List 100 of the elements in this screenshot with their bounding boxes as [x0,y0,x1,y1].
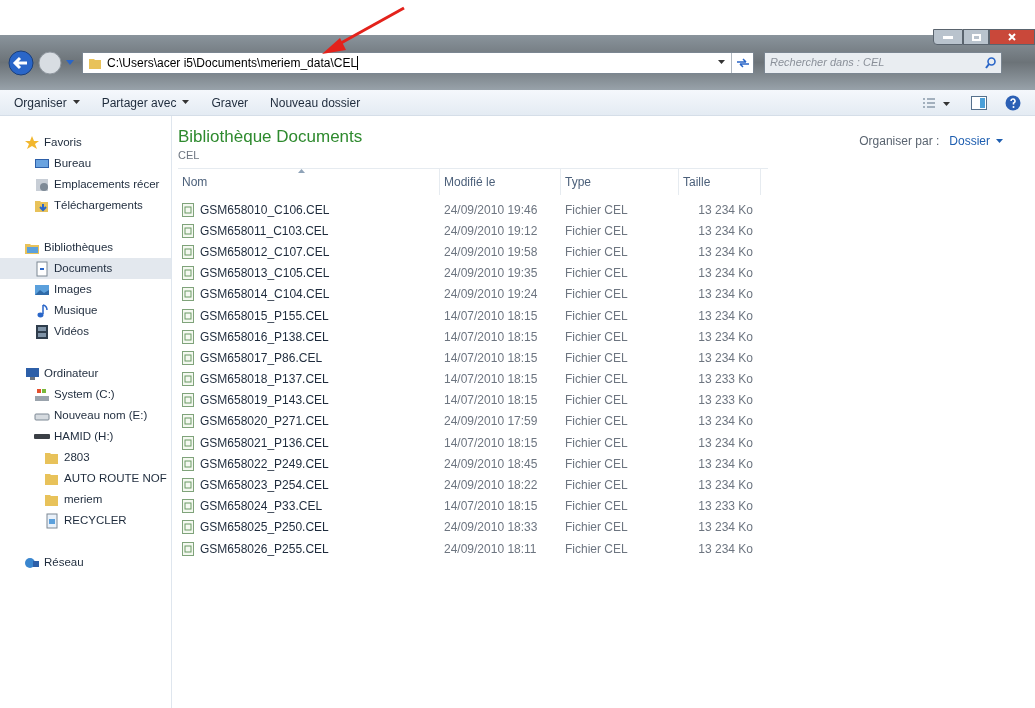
document-icon [44,512,60,529]
file-icon [182,266,194,281]
table-cell-text: Fichier CEL [565,265,628,283]
table-cell-text: 13 234 Ko [698,519,753,537]
close-button[interactable] [989,29,1035,45]
table-cell-text: 14/07/2010 18:15 [444,371,538,389]
sidebar-item[interactable]: Musique [0,300,171,321]
table-cell-text: 13 233 Ko [698,371,753,389]
file-icon [182,329,194,344]
table-cell-text: GSM658022_P249.CEL [200,455,329,473]
table-cell-text: 13 234 Ko [698,434,753,452]
preview-pane-icon[interactable] [971,95,987,110]
column-header[interactable]: Taille [679,169,761,195]
table-cell-text: 14/07/2010 18:15 [444,349,538,367]
arrange-label: Organiser par : [859,133,940,150]
sidebar-item[interactable]: AUTO ROUTE NOF [0,468,171,489]
sidebar-item[interactable]: Bureau [0,153,171,174]
file-icon [182,541,194,556]
table-cell-text: 24/09/2010 18:33 [444,519,538,537]
table-cell-text: 13 234 Ko [698,265,753,283]
sidebar-item[interactable]: Nouveau nom (E:) [0,405,171,426]
table-cell-text: 24/09/2010 18:11 [444,540,537,558]
minimize-button[interactable] [933,29,963,45]
maximize-button[interactable] [963,29,989,45]
back-button[interactable] [8,49,34,76]
view-options-icon[interactable] [921,96,951,109]
table-cell-text: Fichier CEL [565,286,628,304]
sidebar-item[interactable]: Emplacements récer [0,174,171,195]
table-cell-text: 14/07/2010 18:15 [444,328,538,346]
sort-arrow-icon [298,169,305,173]
address-bar[interactable]: C:\Users\acer i5\Documents\meriem_data\CEL [82,51,754,74]
file-icon [182,435,194,450]
table-cell-text: 14/07/2010 18:15 [444,434,538,452]
table-cell-text: 13 234 Ko [698,477,753,495]
sidebar-item[interactable]: Téléchargements [0,195,171,216]
table-cell-text: GSM658024_P33.CEL [200,498,323,516]
drive-icon [34,386,50,403]
help-icon[interactable] [1005,94,1021,111]
toolbar-button[interactable]: Graver [211,93,249,112]
table-cell-text: Fichier CEL [565,498,628,516]
table-cell-text: GSM658011_C103.CEL [200,222,329,240]
dropdown-icon[interactable] [718,60,725,65]
table-cell-text: 13 234 Ko [698,286,753,304]
sidebar-item[interactable]: RECYCLER [0,510,171,531]
file-icon [182,223,194,238]
table-cell-text: GSM658023_P254.CEL [200,477,329,495]
table-cell-text: 24/09/2010 17:59 [444,413,538,431]
film-icon [34,323,50,340]
table-cell-text: 13 234 Ko [698,349,753,367]
table-cell-text: GSM658010_C106.CEL [200,201,330,219]
sidebar-item[interactable]: System (C:) [0,384,171,405]
column-header[interactable]: Modifié le [440,169,561,195]
sidebar-item[interactable]: Documents [0,258,171,279]
window-stack-icon [34,176,50,193]
table-cell-text: GSM658019_P143.CEL [200,392,329,410]
table-cell-text: 24/09/2010 19:24 [444,286,538,304]
table-cell-text: 13 234 Ko [698,540,753,558]
table-cell-text: 24/09/2010 19:12 [444,222,538,240]
caret-icon [996,138,1003,144]
table-cell-text: 24/09/2010 19:35 [444,265,538,283]
table-cell-text: GSM658020_P271.CEL [200,413,329,431]
table-cell-text: GSM658026_P255.CEL [200,540,329,558]
table-cell-text: Fichier CEL [565,477,628,495]
table-cell-text: GSM658025_P250.CEL [200,519,329,537]
file-icon [182,478,194,493]
toolbar-button[interactable]: Nouveau dossier [270,93,361,112]
table-cell-text: 24/09/2010 18:45 [444,455,538,473]
table-cell-text: 13 234 Ko [698,328,753,346]
star-icon [24,134,40,151]
table-cell-text: 24/09/2010 18:22 [444,477,538,495]
table-cell-text: 13 234 Ko [698,201,753,219]
file-icon [182,393,194,408]
table-cell-text: Fichier CEL [565,349,628,367]
table-cell-text: GSM658013_C105.CEL [200,265,330,283]
sidebar-item[interactable]: Ordinateur [0,363,171,384]
toolbar-button[interactable]: Organiser [14,93,80,112]
table-cell-text: GSM658014_C104.CEL [200,286,330,304]
table-cell-text: Fichier CEL [565,201,628,219]
column-header[interactable]: Type [561,169,679,195]
address-text: C:\Users\acer i5\Documents\meriem_data\CEL [107,54,358,72]
file-icon [182,520,194,535]
table-cell-text: 13 234 Ko [698,243,753,261]
sidebar-item[interactable]: Images [0,279,171,300]
table-cell-text: Fichier CEL [565,371,628,389]
table-cell-text: 13 234 Ko [698,222,753,240]
table-cell-text: 24/09/2010 19:46 [444,201,538,219]
toolbar-button[interactable]: Partager avec [101,93,190,112]
library-subtitle: CEL [178,148,201,162]
arrange-dropdown[interactable]: Dossier [949,132,1003,150]
sidebar-item[interactable]: Bibliothèques [0,237,171,258]
sidebar-item[interactable]: HAMID (H:) [0,426,171,447]
sidebar-item[interactable]: meriem [0,489,171,510]
sidebar-item[interactable]: Réseau [0,552,171,573]
file-icon [182,456,194,471]
table-cell-text: Fichier CEL [565,434,628,452]
sidebar-item[interactable]: Favoris [0,132,171,153]
sidebar-item[interactable]: 2803 [0,447,171,468]
search-icon [985,56,996,69]
sidebar-item[interactable]: Vidéos [0,321,171,342]
file-icon [182,499,194,514]
